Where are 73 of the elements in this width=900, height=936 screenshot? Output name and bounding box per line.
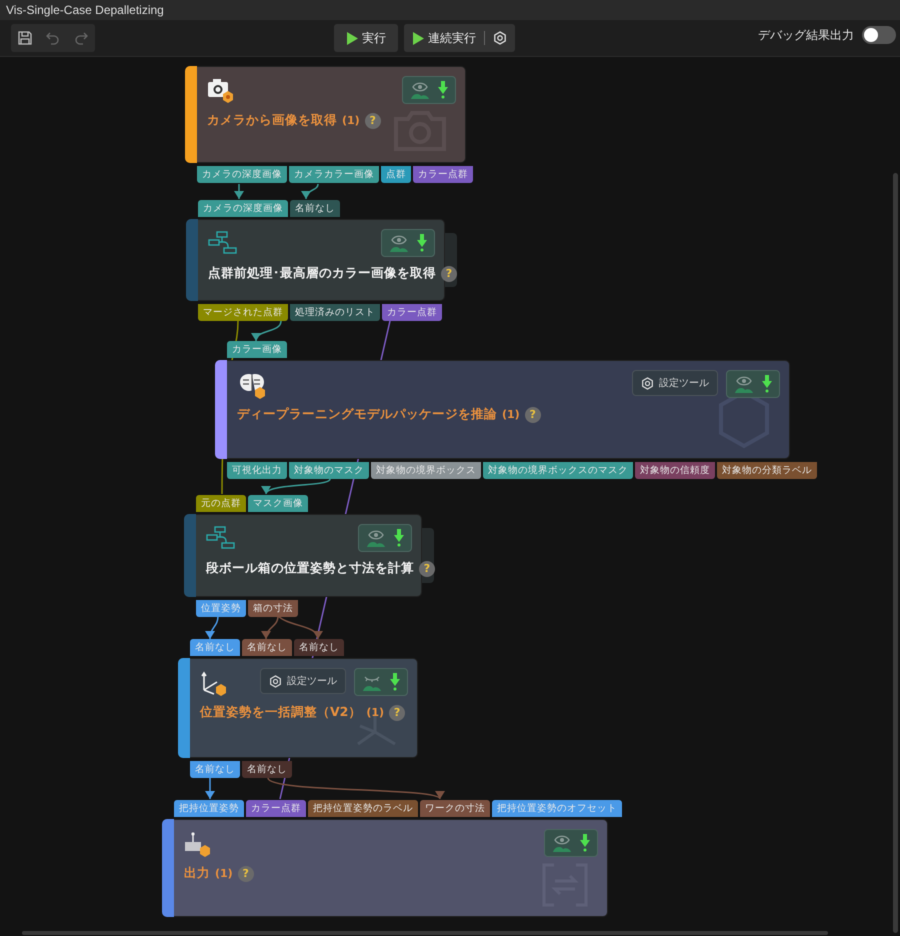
vertical-scrollbar[interactable] <box>893 173 898 933</box>
preview-toggle[interactable] <box>402 76 456 104</box>
connector-arrow <box>301 184 319 200</box>
output-port[interactable]: 可視化出力 <box>227 462 287 479</box>
settings-icon <box>269 674 282 688</box>
redo-icon <box>74 31 88 45</box>
flowchart-icon <box>208 231 238 255</box>
output-port[interactable]: 位置姿勢 <box>196 600 246 617</box>
eye-icon <box>552 834 572 852</box>
input-port[interactable]: 把持位置姿勢のラベル <box>308 800 418 817</box>
node-title: 出力 <box>184 865 210 882</box>
settings-tool-button[interactable]: 設定ツール <box>260 668 346 694</box>
eye-icon <box>389 234 409 252</box>
settings-icon <box>493 31 507 45</box>
download-icon <box>762 375 772 393</box>
node-title: カメラから画像を取得 <box>207 112 337 129</box>
output-port[interactable]: 名前なし <box>242 761 292 778</box>
window-title: Vis-Single-Case Depalletizing <box>6 3 164 17</box>
horizontal-scrollbar[interactable] <box>22 931 828 935</box>
save-icon <box>17 30 33 46</box>
output-port[interactable]: 対象物の境界ボックス <box>371 462 481 479</box>
download-icon <box>390 673 400 691</box>
input-port[interactable]: 把持位置姿勢のオフセット <box>492 800 622 817</box>
settings-icon <box>641 376 654 390</box>
output-port[interactable]: マージされた点群 <box>198 304 288 321</box>
node-title: 点群前処理･最高層のカラー画像を取得 <box>208 265 436 282</box>
output-port[interactable]: カメラカラー画像 <box>289 166 379 183</box>
preview-toggle[interactable] <box>544 829 598 857</box>
node-count: (1) <box>502 408 520 421</box>
output-port[interactable]: 処理済みのリスト <box>290 304 380 321</box>
settings-tool-button[interactable]: 設定ツール <box>632 370 718 396</box>
output-port[interactable]: 対象物の信頼度 <box>635 462 715 479</box>
connector-arrow <box>205 616 219 640</box>
preview-toggle[interactable] <box>358 524 412 552</box>
node-count: (1) <box>366 706 384 719</box>
download-icon <box>580 834 590 852</box>
preview-toggle[interactable] <box>354 668 408 696</box>
flowchart-icon <box>206 526 236 550</box>
eye-icon <box>734 375 754 393</box>
node-title: 段ボール箱の位置姿勢と寸法を計算 <box>206 560 414 577</box>
run-button[interactable]: 実行 <box>334 24 398 52</box>
download-icon <box>417 234 427 252</box>
node-count: (1) <box>215 867 233 880</box>
input-port[interactable]: カラー点群 <box>246 800 306 817</box>
undo-icon <box>46 31 60 45</box>
input-port[interactable]: 名前なし <box>290 200 340 217</box>
output-port[interactable]: 箱の寸法 <box>248 600 298 617</box>
node-title: ディープラーニングモデルパッケージを推論 <box>237 406 497 423</box>
play-icon <box>346 32 358 44</box>
output-port[interactable]: 対象物の境界ボックスのマスク <box>483 462 633 479</box>
output-port[interactable]: カメラの深度画像 <box>197 166 287 183</box>
output-port[interactable]: 名前なし <box>190 761 240 778</box>
debug-output-label: デバッグ結果出力 <box>758 26 854 44</box>
input-port[interactable]: 元の点群 <box>196 495 246 512</box>
output-port[interactable]: カラー点群 <box>382 304 442 321</box>
preview-toggle[interactable] <box>726 370 780 398</box>
output-port[interactable]: 点群 <box>381 166 411 183</box>
output-port[interactable]: カラー点群 <box>413 166 473 183</box>
brain-icon <box>237 372 267 400</box>
node-count: (1) <box>342 114 360 127</box>
preview-toggle[interactable] <box>381 229 435 257</box>
download-icon <box>394 529 404 547</box>
connector-arrow <box>205 778 215 799</box>
connector-arrow <box>234 184 244 199</box>
eye-icon <box>366 529 386 547</box>
input-port[interactable]: 名前なし <box>294 639 344 656</box>
eye-icon <box>410 81 430 99</box>
debug-output-toggle[interactable] <box>862 26 896 44</box>
node-title: 位置姿勢を一括調整（V2） <box>200 704 362 721</box>
output-port[interactable]: 対象物のマスク <box>289 462 369 479</box>
play-icon <box>412 32 424 44</box>
output-port[interactable]: 対象物の分類ラベル <box>717 462 817 479</box>
download-icon <box>438 81 448 99</box>
